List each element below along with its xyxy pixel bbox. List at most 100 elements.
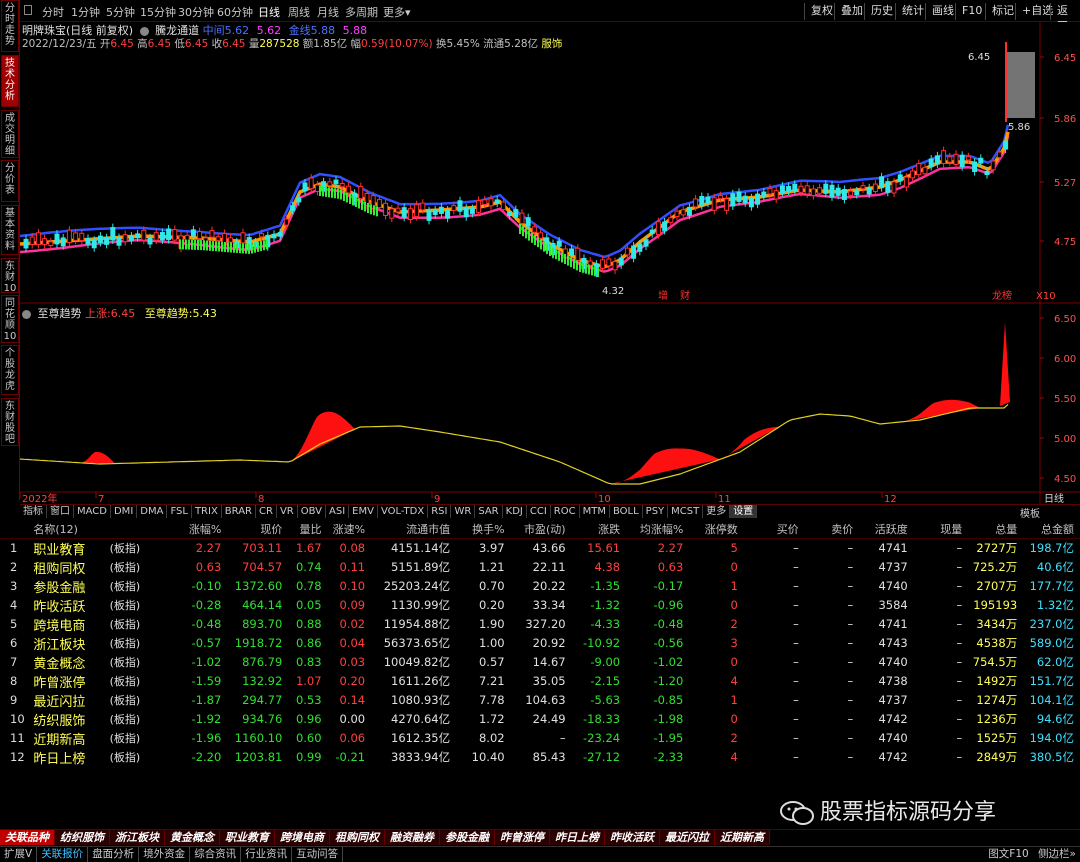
indicator-tab[interactable]: 窗口 xyxy=(47,505,74,518)
sidebar-toggle[interactable]: 侧边栏» xyxy=(1038,848,1076,860)
column-header[interactable]: 换手% xyxy=(456,520,511,539)
column-header[interactable]: 现量 xyxy=(913,520,969,539)
bottom-tab[interactable]: 昨曾涨停 xyxy=(495,830,550,845)
column-header[interactable] xyxy=(109,520,171,539)
column-header[interactable]: 总量 xyxy=(968,520,1024,539)
sidebar-tab[interactable]: 基本资料 xyxy=(1,205,19,255)
template-button[interactable]: 模板 xyxy=(1020,505,1040,520)
indicator-tab[interactable]: DMA xyxy=(137,505,168,518)
bottom-tab[interactable]: 昨日上榜 xyxy=(550,830,605,845)
table-row[interactable]: 5 跨境电商 (板指) -0.48 893.70 0.88 0.02 11954.88亿 1.9… xyxy=(0,615,1080,634)
indicator-tab[interactable]: 设置 xyxy=(730,505,758,518)
tf-15min[interactable]: 15分钟 xyxy=(140,4,176,20)
column-header[interactable] xyxy=(0,520,34,539)
sidebar-tab[interactable]: 东财10 xyxy=(1,258,19,293)
indicator-tab[interactable]: 更多 xyxy=(703,505,731,518)
bottom-tab[interactable]: 关联品种 xyxy=(0,830,55,845)
table-row[interactable]: 7 黄金概念 (板指) -1.02 876.79 0.83 0.03 10049.82亿 0.5… xyxy=(0,653,1080,672)
tf-more[interactable]: 更多▾ xyxy=(383,4,411,20)
bottom-tab[interactable]: 浙江板块 xyxy=(110,830,165,845)
chevron-down-icon[interactable] xyxy=(24,5,32,15)
indicator-tab[interactable]: MCST xyxy=(668,505,704,518)
column-header[interactable]: 买价 xyxy=(743,520,805,539)
indicator-tab[interactable]: SAR xyxy=(475,505,503,518)
indicator-tab[interactable]: CR xyxy=(256,505,277,518)
sidebar-tab[interactable]: 分时走势 xyxy=(1,0,19,52)
column-header[interactable]: 名称(12) xyxy=(33,520,110,539)
tf-5min[interactable]: 5分钟 xyxy=(106,4,135,20)
column-header[interactable]: 总金额 xyxy=(1023,520,1080,539)
indicator-tab[interactable]: BRAR xyxy=(222,505,256,518)
status-item[interactable]: 盘面分析 xyxy=(88,847,140,862)
status-item[interactable]: 行业资讯 xyxy=(241,847,293,862)
history-button[interactable]: 历史 xyxy=(864,3,899,20)
table-row[interactable]: 12 昨日上榜 (板指) -2.20 1203.81 0.99 -0.21 3833.94亿 1… xyxy=(0,748,1080,767)
table-row[interactable]: 4 昨收活跃 (板指) -0.28 464.14 0.05 0.09 1130.99亿 0.20… xyxy=(0,596,1080,615)
bottom-tab[interactable]: 融资融券 xyxy=(385,830,440,845)
column-header[interactable]: 涨幅% xyxy=(170,520,228,539)
table-row[interactable]: 2 租购同权 (板指) 0.63 704.57 0.74 0.11 5151.89亿 1.21 2… xyxy=(0,558,1080,577)
sidebar-tab[interactable]: 分价表 xyxy=(1,160,19,202)
column-header[interactable]: 卖价 xyxy=(804,520,860,539)
indicator-tab[interactable]: ASI xyxy=(326,505,350,518)
column-header[interactable]: 量比 xyxy=(288,520,328,539)
indicator-tab[interactable]: PSY xyxy=(643,505,669,518)
table-row[interactable]: 9 最近闪拉 (板指) -1.87 294.77 0.53 0.14 1080.93亿 7.78… xyxy=(0,691,1080,710)
status-item[interactable]: 境外资金 xyxy=(139,847,191,862)
kline-chart[interactable]: 6.45 5.86 5.27 4.75 6.50 6.00 5.50 5.00 4.50 2022… xyxy=(20,22,1080,517)
status-item[interactable]: 互动问答 xyxy=(292,847,344,862)
bottom-tab[interactable]: 参股金融 xyxy=(440,830,495,845)
bottom-tab[interactable]: 租购同权 xyxy=(330,830,385,845)
bottom-tab[interactable]: 昨收活跃 xyxy=(605,830,660,845)
tf-weekly[interactable]: 周线 xyxy=(288,4,310,20)
indicator-tab[interactable]: FSL xyxy=(167,505,192,518)
indicator-tab[interactable]: 指标 xyxy=(20,505,47,518)
column-header[interactable]: 市盈(动) xyxy=(510,520,572,539)
sidebar-tab[interactable]: 成交明细 xyxy=(1,110,19,158)
indicator-tab[interactable]: MTM xyxy=(580,505,610,518)
indicator-tab[interactable]: RSI xyxy=(428,505,452,518)
bottom-tab[interactable]: 职业教育 xyxy=(220,830,275,845)
column-header[interactable]: 涨跌 xyxy=(571,520,627,539)
tf-60min[interactable]: 60分钟 xyxy=(217,4,253,20)
table-row[interactable]: 8 昨曾涨停 (板指) -1.59 132.92 1.07 0.20 1611.26亿 7.21… xyxy=(0,672,1080,691)
tf-monthly[interactable]: 月线 xyxy=(317,4,339,20)
indicator-tab[interactable]: KDJ xyxy=(503,505,527,518)
status-item[interactable]: 扩展V xyxy=(0,847,38,862)
back-button[interactable]: 返回 xyxy=(1050,3,1080,33)
column-header[interactable]: 均涨幅% xyxy=(626,520,690,539)
indicator-tab[interactable]: TRIX xyxy=(192,505,222,518)
indicator-menu-icon[interactable] xyxy=(139,26,149,36)
tf-multi[interactable]: 多周期 xyxy=(345,4,378,20)
f10-button[interactable]: F10 xyxy=(955,3,988,20)
table-row[interactable]: 1 职业教育 (板指) 2.27 703.11 1.67 0.08 4151.14亿 3.97 4… xyxy=(0,538,1080,558)
indicator-tab[interactable]: DMI xyxy=(111,505,138,518)
bottom-tab[interactable]: 跨境电商 xyxy=(275,830,330,845)
status-item[interactable]: 关联报价 xyxy=(37,847,89,862)
indicator-tab[interactable]: BOLL xyxy=(610,505,643,518)
bottom-tab[interactable]: 最近闪拉 xyxy=(660,830,715,845)
tf-daily[interactable]: 日线 xyxy=(258,4,280,20)
sidebar-tab[interactable]: 东财股吧 xyxy=(1,398,19,446)
table-row[interactable]: 6 浙江板块 (板指) -0.57 1918.72 0.86 0.04 56373.65亿 1.… xyxy=(0,634,1080,653)
f10-link[interactable]: 图文F10 xyxy=(988,848,1028,860)
indicator-tab[interactable]: VOL-TDX xyxy=(378,505,429,518)
indicator-tab[interactable]: WR xyxy=(451,505,476,518)
column-header[interactable]: 现价 xyxy=(227,520,289,539)
tf-30min[interactable]: 30分钟 xyxy=(178,4,214,20)
indicator-tab[interactable]: ROC xyxy=(551,505,580,518)
bottom-tab[interactable]: 近期新高 xyxy=(715,830,770,845)
sidebar-tab[interactable]: 同花顺10 xyxy=(1,295,19,343)
tf-1min[interactable]: 1分钟 xyxy=(71,4,100,20)
table-row[interactable]: 11 近期新高 (板指) -1.96 1160.10 0.60 0.06 1612.35亿 8.… xyxy=(0,729,1080,748)
indicator-tab[interactable]: OBV xyxy=(298,505,326,518)
column-header[interactable]: 流通市值 xyxy=(371,520,457,539)
sidebar-tab[interactable]: 个股龙虎 xyxy=(1,345,19,395)
bottom-tab[interactable]: 纺织服饰 xyxy=(55,830,110,845)
status-item[interactable]: 综合资讯 xyxy=(190,847,242,862)
column-header[interactable]: 活跃度 xyxy=(859,520,914,539)
table-row[interactable]: 10 纺织服饰 (板指) -1.92 934.76 0.96 0.00 4270.64亿 1.7… xyxy=(0,710,1080,729)
indicator-tab[interactable]: MACD xyxy=(74,505,111,518)
column-header[interactable]: 涨停数 xyxy=(689,520,744,539)
table-row[interactable]: 3 参股金融 (板指) -0.10 1372.60 0.78 0.10 25203.24亿 0.… xyxy=(0,577,1080,596)
